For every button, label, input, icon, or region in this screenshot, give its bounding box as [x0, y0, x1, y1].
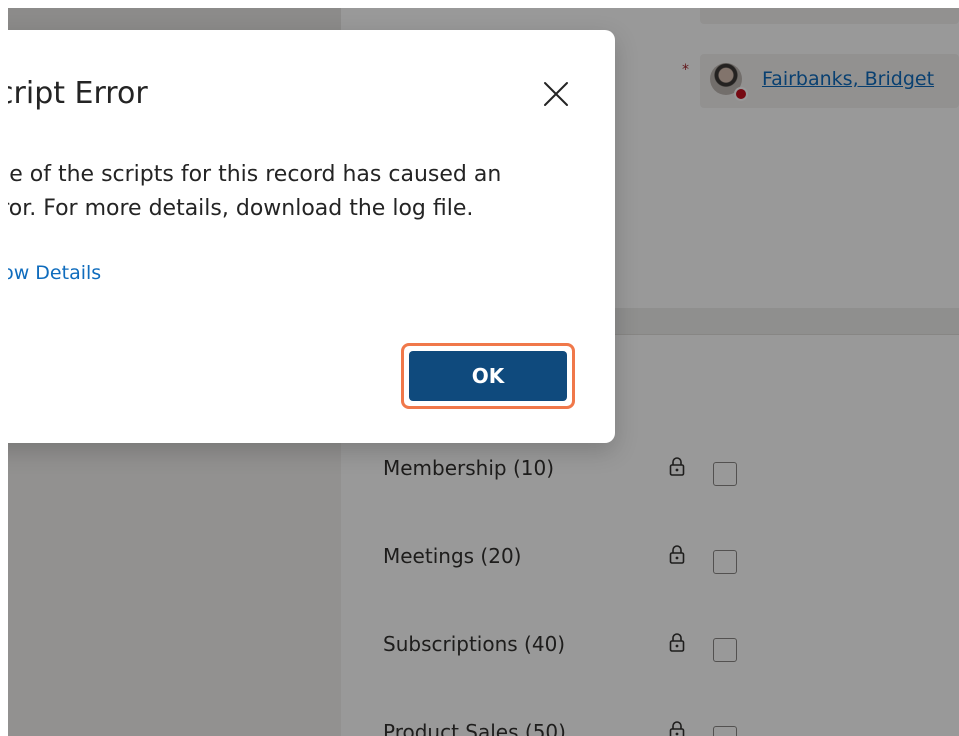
script-error-dialog: Script Error One of the scripts for this… [8, 30, 615, 443]
close-icon [544, 82, 568, 106]
close-button[interactable] [538, 76, 574, 112]
ok-button[interactable]: OK [409, 351, 567, 401]
screen: * Fairbanks, Bridget Membership (10) Mee… [8, 8, 959, 736]
error-message-line: error. For more details, download the lo… [8, 196, 474, 221]
dialog-title: Script Error [8, 76, 148, 111]
error-message: One of the scripts for this record has c… [8, 158, 501, 226]
error-message-line: One of the scripts for this record has c… [8, 162, 502, 187]
show-details-link[interactable]: Show Details [8, 262, 101, 284]
ok-button-highlight: OK [401, 343, 575, 409]
